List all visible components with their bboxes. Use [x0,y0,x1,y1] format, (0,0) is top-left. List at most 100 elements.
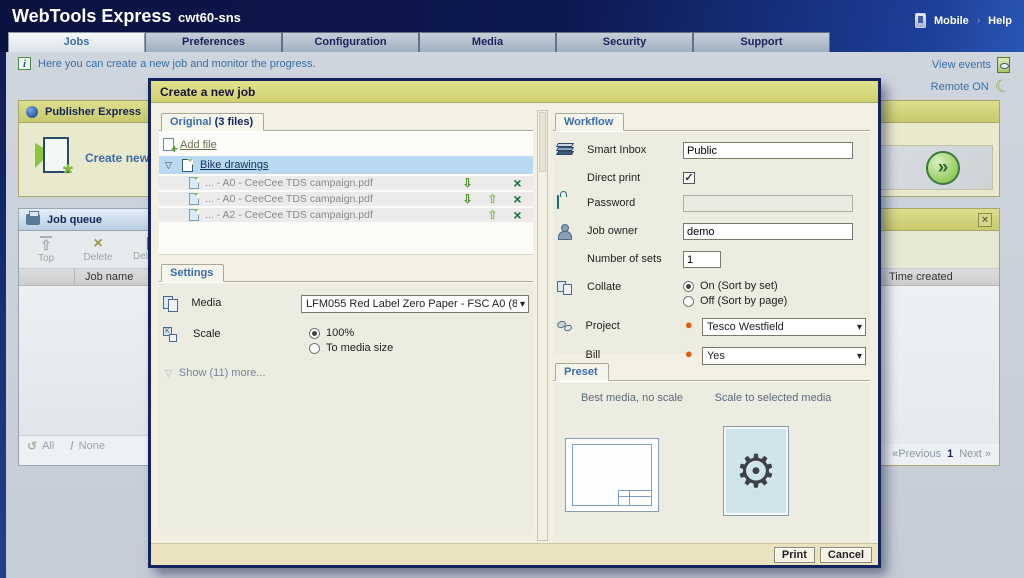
previous-page-link[interactable]: «Previous [892,448,941,460]
show-more-triangle-icon: ▽ [165,368,172,379]
remote-toggle[interactable]: Remote ON ☾ [931,80,1010,94]
delete-label: Delete [84,252,113,263]
cancel-button[interactable]: Cancel [820,547,872,563]
view-events[interactable]: View events [932,57,1010,73]
dialog-right-column: Workflow Smart Inbox Direct print ✓ Pass… [553,104,870,543]
media-select[interactable]: LFM055 Red Label Zero Paper - FSC A0 (84… [301,295,529,313]
direct-print-checkbox[interactable]: ✓ [683,172,695,184]
collate-row: Collate On (Sort by set) Off (Sort by pa… [557,279,866,307]
radio-unselected[interactable] [309,343,320,354]
delete-button[interactable]: × Delete [81,234,115,265]
remove-file-icon[interactable]: × [508,177,527,189]
help-link[interactable]: Help [988,15,1012,27]
lock-icon [557,195,559,209]
tab-jobs[interactable]: Jobs [8,32,145,52]
settings-tab-label: Settings [170,267,213,279]
pagination: «Previous 1 Next » [881,444,999,463]
add-file-link[interactable]: Add file [159,135,533,156]
dialog-body: Original (3 files) Add file ▽ Bike drawi… [151,104,878,543]
file-group-name[interactable]: Bike drawings [200,159,268,171]
job-owner-input[interactable] [683,223,853,240]
preset-section-tab: Preset [555,363,609,381]
close-icon[interactable]: × [978,213,992,227]
add-file-label[interactable]: Add file [180,139,217,151]
remove-file-icon[interactable]: × [508,209,527,221]
media-label: Media [191,295,301,309]
dialog-left-column: Original (3 files) Add file ▽ Bike drawi… [159,104,533,543]
move-down-icon[interactable]: ⇩ [458,193,477,205]
remove-file-icon[interactable]: × [508,193,527,205]
password-row: Password [557,195,866,212]
go-chevron-button[interactable]: » [926,151,960,185]
job-name-column[interactable]: Job name [75,271,133,283]
file-row[interactable]: ... - A2 - CeeCee TDS campaign.pdf ⇧ × [159,208,533,222]
number-of-sets-input[interactable] [683,251,721,268]
collate-radio-group: On (Sort by set) Off (Sort by page) [683,279,787,307]
next-page-link[interactable]: Next » [959,448,991,460]
mobile-link[interactable]: Mobile [934,15,969,27]
view-events-label[interactable]: View events [932,59,991,71]
workflow-section-tab: Workflow [555,113,624,131]
original-section-tab: Original (3 files) [161,113,264,131]
scale-100-option[interactable]: 100% [309,327,393,339]
select-all-link[interactable]: ↺ All [27,439,54,453]
workflow-box: Smart Inbox Direct print ✓ Password Job … [553,132,870,354]
file-name: ... - A0 - CeeCee TDS campaign.pdf [205,177,452,189]
show-more-label[interactable]: Show (11) more... [179,367,266,379]
show-more-link[interactable]: ▽ Show (11) more... [165,367,529,379]
settings-section-tab: Settings [161,264,224,282]
file-row[interactable]: ... - A0 - CeeCee TDS campaign.pdf ⇩ × [159,176,533,190]
delete-icon: × [93,237,102,251]
project-select[interactable]: Tesco Westfield ▾ [702,318,866,336]
collate-on-option[interactable]: On (Sort by set) [683,280,787,292]
top-label: Top [38,253,54,264]
scale-100-label: 100% [326,327,354,339]
scale-to-media-option[interactable]: To media size [309,342,393,354]
star-icon: * [63,163,73,183]
tree-collapse-icon[interactable]: ▽ [165,160,175,171]
tab-security[interactable]: Security [556,32,693,52]
collate-off-option[interactable]: Off (Sort by page) [683,295,787,307]
create-job-icon: * [35,137,71,179]
remote-label[interactable]: Remote ON [931,81,989,93]
bill-select[interactable]: Yes ▾ [702,347,866,365]
create-job-dialog: Create a new job Original (3 files) Add … [148,78,881,568]
scale-radio-group: 100% To media size [309,326,393,354]
password-input [683,195,853,212]
bill-label: Bill [586,347,677,361]
job-queue-title: Job queue [47,214,102,226]
preset-best-media-thumbnail[interactable] [565,438,659,512]
time-created-column[interactable]: Time created [881,269,999,286]
radio-selected[interactable] [683,281,694,292]
scale-row: K Scale 100% To media size [163,326,529,354]
radio-selected[interactable] [309,328,320,339]
dialog-scrollbar[interactable] [537,110,548,541]
radio-unselected[interactable] [683,296,694,307]
tab-preferences[interactable]: Preferences [145,32,282,52]
top-button[interactable]: ⇧ Top [29,234,63,265]
project-label: Project [586,318,677,332]
move-down-icon[interactable]: ⇩ [458,177,477,189]
preset-tab-label: Preset [564,366,598,378]
print-button[interactable]: Print [774,547,815,563]
collate-label: Collate [587,279,683,293]
file-row[interactable]: ... - A0 - CeeCee TDS campaign.pdf ⇩ ⇧ × [159,192,533,206]
tab-configuration[interactable]: Configuration [282,32,419,52]
file-name: ... - A0 - CeeCee TDS campaign.pdf [205,193,452,205]
preset-option-1-label: Best media, no scale [557,392,707,404]
chevron-down-icon: ▾ [857,351,862,362]
job-owner-label: Job owner [587,223,683,237]
select-none-link[interactable]: / None [70,439,105,453]
smart-inbox-input[interactable] [683,142,853,159]
tab-media[interactable]: Media [419,32,556,52]
media-row: Media LFM055 Red Label Zero Paper - FSC … [163,295,529,313]
preset-scale-media-thumbnail[interactable]: ⚙ [723,426,789,516]
move-up-icon[interactable]: ⇧ [483,209,502,221]
preset-option-2-label: Scale to selected media [713,392,833,404]
scrollbar-thumb[interactable] [539,112,546,172]
file-group-row[interactable]: ▽ Bike drawings [159,156,533,174]
move-up-icon[interactable]: ⇧ [483,193,502,205]
tab-support[interactable]: Support [693,32,830,52]
select-all-icon: ↺ [27,439,37,453]
select-none-label: None [79,440,105,452]
